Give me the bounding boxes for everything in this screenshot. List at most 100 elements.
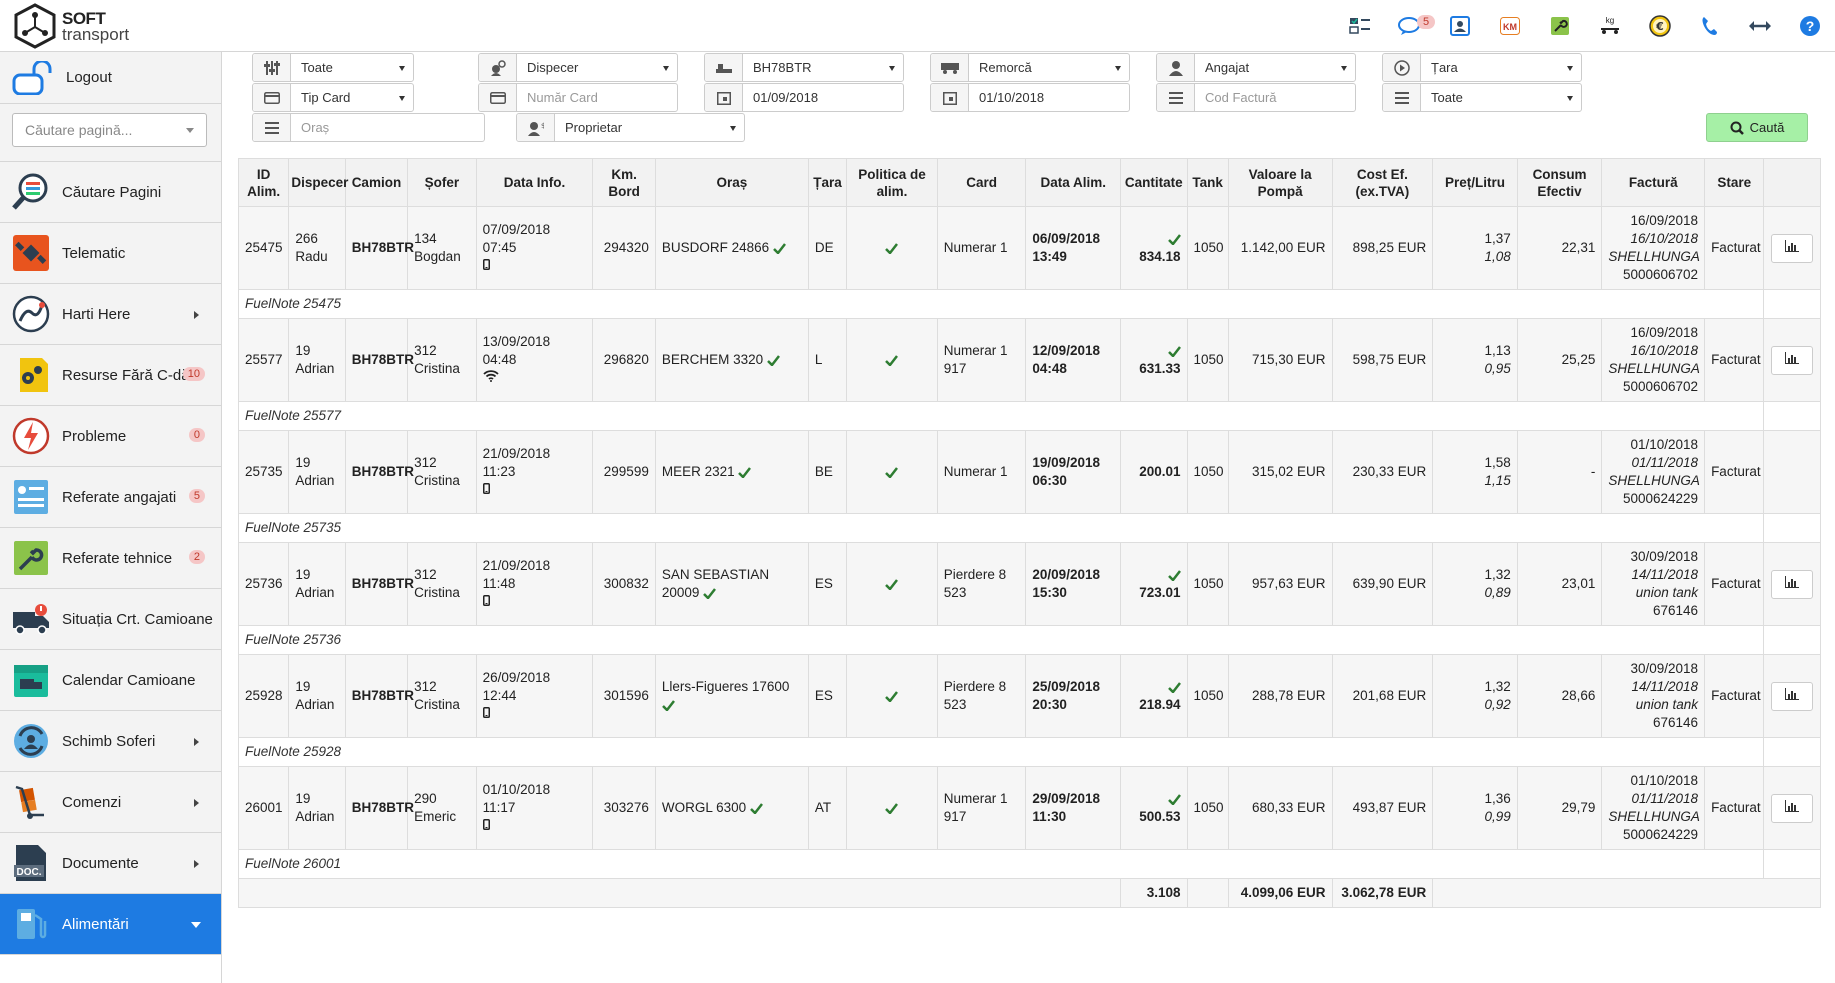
app-logo[interactable]: SOFT transport: [12, 3, 162, 49]
card-number-input[interactable]: Număr Card: [478, 83, 678, 112]
chat-icon[interactable]: 5: [1385, 0, 1436, 52]
effective-cost: 639,90 EUR: [1352, 576, 1427, 591]
dispatcher-select[interactable]: Dispecer: [478, 53, 678, 82]
chart-button[interactable]: [1771, 793, 1814, 823]
status-select[interactable]: Toate: [1382, 83, 1582, 112]
cell-fuel-date: 29/09/2018 11:30: [1025, 766, 1122, 850]
sidebar-item-referate-angajati[interactable]: Referate angajati 5: [0, 467, 221, 528]
column-header[interactable]: ID Alim.: [237, 158, 290, 207]
card-type-select[interactable]: Tip Card: [252, 83, 414, 112]
date-to-input[interactable]: 01/10/2018: [930, 83, 1130, 112]
effective-consumption: 23,01: [1561, 576, 1596, 591]
euro-coin-icon[interactable]: €: [1635, 0, 1685, 52]
country-select[interactable]: Țara: [1382, 53, 1582, 82]
trailer-select[interactable]: Remorcă: [930, 53, 1130, 82]
credit-card-icon: [479, 84, 517, 111]
fleet-filter-select[interactable]: Toate: [252, 53, 414, 82]
check-icon: [885, 240, 899, 255]
contact-card-icon[interactable]: [1435, 0, 1485, 52]
column-header[interactable]: Politica de alim.: [846, 158, 938, 207]
page-search-select[interactable]: Căutare pagină...: [12, 113, 207, 147]
table-row[interactable]: 25577 19 Adrian BH78BTR 312 Cristina 13/09/201…: [237, 318, 1821, 402]
invoice-number: 5000606702: [1622, 379, 1699, 394]
sidebar-item-probleme[interactable]: Probleme 0: [0, 406, 221, 467]
km-icon[interactable]: KM: [1485, 0, 1535, 52]
column-header[interactable]: Țara: [807, 158, 848, 207]
truck-plate: BH78BTR: [351, 576, 414, 591]
invoice-code-input[interactable]: Cod Factură: [1156, 83, 1356, 112]
arrows-horizontal-icon[interactable]: [1735, 0, 1785, 52]
sidebar-item-resurse-fara-c-da[interactable]: Resurse Fără C-dă 10: [0, 345, 221, 406]
column-header[interactable]: Camion: [344, 158, 409, 207]
weight-kg-icon[interactable]: kg: [1585, 0, 1635, 52]
chevron-right-icon: [194, 738, 199, 746]
cell-quantity: 500.53: [1120, 766, 1188, 850]
employee-value: Angajat: [1205, 60, 1250, 75]
table-row[interactable]: 25475 266 Radu BH78BTR 134 Bogdan 07/09/2018 0…: [237, 206, 1821, 290]
column-header[interactable]: Stare: [1704, 158, 1765, 207]
dashboard-icon[interactable]: [1335, 0, 1385, 52]
sidebar-item-calendar-camioane[interactable]: Calendar Camioane: [0, 650, 221, 711]
column-header[interactable]: Valoare la Pompă: [1227, 158, 1333, 207]
sidebar-item-documente[interactable]: DOC. Documente: [0, 833, 221, 894]
table-row[interactable]: 25735 19 Adrian BH78BTR 312 Cristina 21/09/201…: [237, 430, 1821, 514]
chart-button[interactable]: [1771, 345, 1814, 375]
driver-number: 312: [414, 455, 437, 470]
country-code: ES: [814, 576, 833, 591]
column-header[interactable]: Tank: [1186, 158, 1229, 207]
sidebar-item-harti-here[interactable]: Harti Here: [0, 284, 221, 345]
sidebar-item-comenzi[interactable]: Comenzi: [0, 772, 221, 833]
table-row[interactable]: 25928 19 Adrian BH78BTR 312 Cristina 26/09/201…: [237, 654, 1821, 738]
column-header[interactable]: Șofer: [407, 158, 477, 207]
cell-consumption: 28,66: [1516, 654, 1603, 738]
column-header[interactable]: Card: [936, 158, 1027, 207]
odometer-km: 301596: [603, 688, 649, 703]
table-row[interactable]: 26001 19 Adrian BH78BTR 290 Emeric 01/10/2018 …: [237, 766, 1821, 850]
truck-select[interactable]: BH78BTR: [704, 53, 904, 82]
column-header[interactable]: Data Info.: [475, 158, 594, 207]
date-from-input[interactable]: 01/09/2018: [704, 83, 904, 112]
card-name: Numerar 1: [943, 464, 1008, 479]
sidebar-item-referate-tehnice[interactable]: Referate tehnice 2: [0, 528, 221, 589]
invoice-supplier: SHELLHUNGA: [1608, 249, 1700, 264]
column-header[interactable]: Factură: [1601, 158, 1706, 207]
column-header[interactable]: Cost Ef. (ex.TVA): [1331, 158, 1434, 207]
logout-button[interactable]: Logout: [0, 52, 221, 104]
sidebar-item-schimb-soferi[interactable]: Schimb Soferi: [0, 711, 221, 772]
driver-name: Cristina: [414, 585, 460, 600]
wrench-icon[interactable]: [1535, 0, 1585, 52]
cell-city: WORGL 6300: [654, 766, 809, 850]
phone-icon[interactable]: [1685, 0, 1735, 52]
city-input[interactable]: Oraș: [252, 113, 485, 142]
chart-button[interactable]: [1771, 569, 1814, 599]
column-header[interactable]: Data Alim.: [1025, 158, 1122, 207]
column-header[interactable]: Preț/Litru: [1432, 158, 1518, 207]
column-header[interactable]: Dispecer: [288, 158, 348, 207]
check-icon: [1167, 679, 1181, 694]
check-icon: [767, 352, 780, 367]
chart-button[interactable]: [1771, 233, 1814, 263]
sidebar-item-alimentari[interactable]: Alimentări: [0, 894, 221, 955]
help-icon[interactable]: ?: [1785, 0, 1835, 52]
truck-value: BH78BTR: [753, 60, 812, 75]
column-header[interactable]: Oraș: [654, 158, 809, 207]
search-button[interactable]: Caută: [1706, 113, 1808, 142]
cell-tank: 1050: [1186, 766, 1229, 850]
invoice-supplier: union tank: [1635, 585, 1699, 600]
city-name: BUSDORF 24866: [661, 240, 770, 255]
fuel-time: 06:30: [1032, 473, 1067, 488]
list-icon: [253, 114, 291, 141]
sidebar-item-cautare-pagini[interactable]: Căutare Pagini: [0, 162, 221, 223]
column-header[interactable]: Cantitate: [1120, 158, 1188, 207]
column-header[interactable]: Consum Efectiv: [1516, 158, 1603, 207]
chart-button[interactable]: [1771, 681, 1814, 711]
sidebar-item-telematic[interactable]: Telematic: [0, 223, 221, 284]
sidebar-item-situatia-crt-camioane[interactable]: Situația Crt. Camioane: [0, 589, 221, 650]
fuel-time: 20:30: [1032, 697, 1067, 712]
table-row[interactable]: 25736 19 Adrian BH78BTR 312 Cristina 21/09/201…: [237, 542, 1821, 626]
employee-select[interactable]: Angajat: [1156, 53, 1356, 82]
owner-select[interactable]: $ Proprietar: [516, 113, 745, 142]
cell-price-liter: 1,37 1,08: [1432, 206, 1518, 290]
column-header[interactable]: Km. Bord: [592, 158, 656, 207]
column-header[interactable]: [1763, 158, 1821, 207]
